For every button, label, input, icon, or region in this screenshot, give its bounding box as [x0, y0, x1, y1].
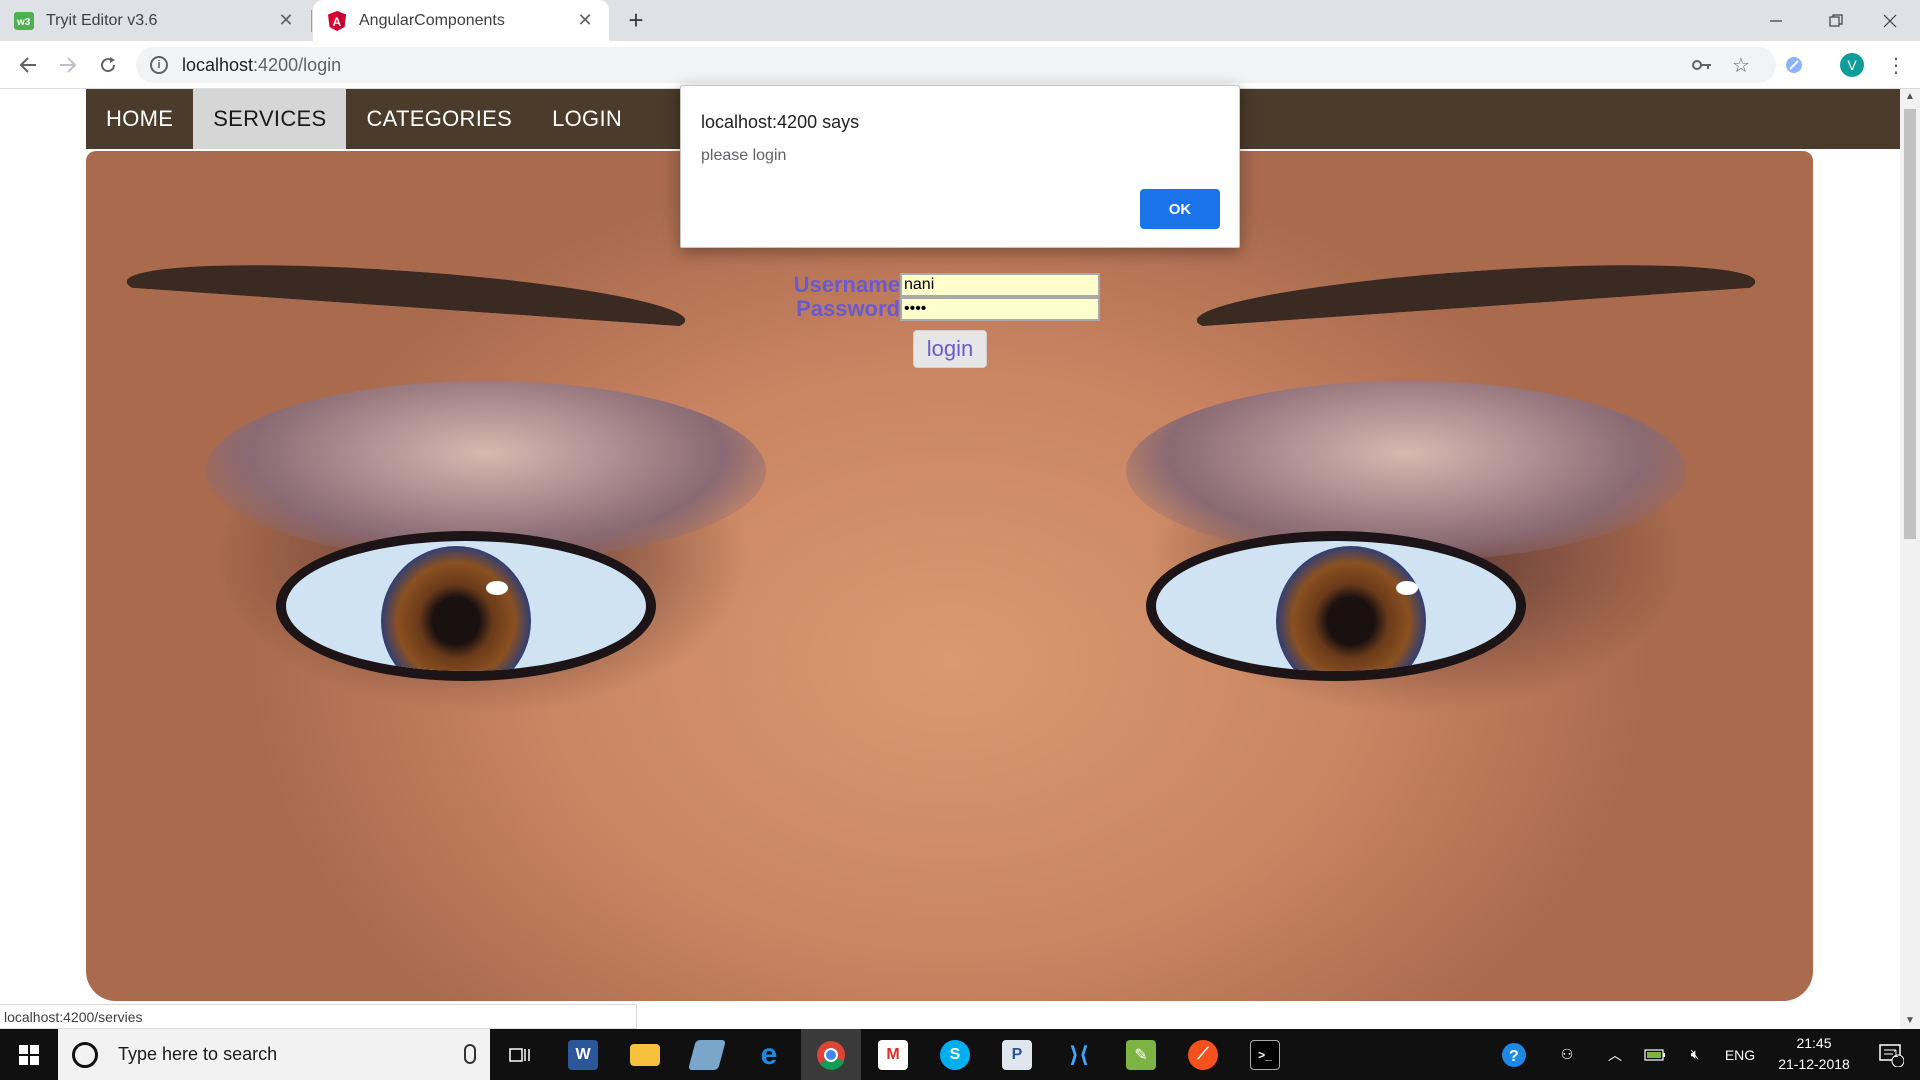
clock[interactable]: 21:45 21-12-2018 — [1768, 1033, 1860, 1075]
tab-angular-components[interactable]: A AngularComponents ✕ — [313, 0, 609, 41]
tab-separator — [311, 10, 312, 32]
skype-icon[interactable]: S — [925, 1029, 985, 1080]
info-icon[interactable]: i — [150, 56, 168, 74]
ok-button[interactable]: OK — [1140, 189, 1220, 229]
scroll-up-icon[interactable]: ▲ — [1900, 89, 1920, 105]
tab-title: Tryit Editor v3.6 — [46, 11, 158, 29]
gmail-icon[interactable]: M — [863, 1029, 923, 1080]
key-icon[interactable] — [1686, 49, 1718, 81]
alert-dialog: localhost:4200 says please login OK — [680, 85, 1240, 248]
address-bar[interactable]: i localhost:4200/login — [136, 47, 1776, 83]
clock-time: 21:45 — [1796, 1035, 1832, 1051]
image-app-icon[interactable]: ✎ — [1111, 1029, 1171, 1080]
star-icon[interactable]: ☆ — [1725, 49, 1757, 81]
task-view-icon[interactable] — [490, 1029, 550, 1080]
close-window-icon[interactable] — [1860, 0, 1920, 41]
word-icon[interactable]: W — [553, 1029, 613, 1080]
svg-text:w3: w3 — [16, 17, 31, 28]
nav-login[interactable]: LOGIN — [532, 89, 642, 149]
angular-icon: A — [327, 10, 347, 31]
document-app-icon[interactable]: P — [987, 1029, 1047, 1080]
alert-title: localhost:4200 says — [701, 112, 860, 132]
minimize-icon[interactable] — [1746, 0, 1806, 41]
new-tab-button[interactable]: + — [622, 6, 650, 34]
back-icon[interactable] — [12, 49, 44, 81]
scroll-down-icon[interactable]: ▼ — [1900, 1013, 1920, 1029]
scroll-thumb[interactable] — [1904, 109, 1916, 539]
w3-icon: w3 — [14, 11, 34, 31]
close-icon[interactable]: ✕ — [276, 10, 296, 31]
extension-icon[interactable] — [1778, 49, 1810, 81]
nav-services[interactable]: SERVICES — [193, 89, 347, 149]
login-button[interactable]: login — [913, 330, 987, 368]
vscode-icon[interactable]: ⟩⟨ — [1049, 1029, 1109, 1080]
tab-tryit-editor[interactable]: w3 Tryit Editor v3.6 ✕ — [0, 0, 310, 41]
left-eye — [276, 531, 656, 681]
right-eyebrow — [1194, 251, 1758, 351]
volume-muted-icon[interactable]: 🔇︎ — [1680, 1029, 1710, 1080]
edge-icon[interactable]: e — [739, 1029, 799, 1080]
people-icon[interactable]: ⚇ — [1552, 1029, 1582, 1080]
svg-text:?: ? — [1509, 1048, 1519, 1065]
nav-categories[interactable]: CATEGORIES — [346, 89, 532, 149]
avatar[interactable]: V — [1836, 49, 1868, 81]
chevron-up-icon[interactable]: ︿ — [1600, 1029, 1630, 1080]
windows-start-icon[interactable] — [0, 1029, 58, 1080]
chrome-icon[interactable] — [801, 1029, 861, 1080]
notification-icon[interactable]: 1 — [1866, 1029, 1916, 1080]
left-eyebrow — [124, 251, 688, 351]
login-form: Username Password — [793, 272, 1100, 321]
reload-icon[interactable] — [92, 49, 124, 81]
terminal-icon[interactable]: >_ — [1235, 1029, 1295, 1080]
search-placeholder: Type here to search — [118, 1044, 278, 1064]
alert-message: please login — [701, 147, 787, 164]
nav-home[interactable]: HOME — [86, 89, 193, 149]
page-scrollbar[interactable]: ▲ ▼ — [1900, 89, 1920, 1029]
windows-taskbar: Type here to search W e M S P ⟩⟨ ✎ ⟋ >_ … — [0, 1029, 1920, 1080]
battery-icon[interactable] — [1640, 1029, 1670, 1080]
right-eyelid — [1126, 381, 1686, 561]
taskbar-search-input[interactable]: Type here to search — [58, 1029, 490, 1080]
microphone-icon[interactable] — [464, 1044, 476, 1064]
cortana-icon — [72, 1041, 98, 1068]
svg-text:A: A — [333, 15, 342, 29]
status-url-bubble: localhost:4200/servies — [0, 1004, 637, 1029]
clock-date: 21-12-2018 — [1778, 1056, 1850, 1072]
tab-title: AngularComponents — [359, 11, 505, 29]
app-icon[interactable] — [677, 1029, 737, 1080]
right-eye — [1146, 531, 1526, 681]
restore-icon[interactable] — [1806, 0, 1866, 41]
username-input[interactable] — [900, 273, 1100, 297]
help-icon[interactable]: ? — [1496, 1029, 1532, 1080]
address-path: :4200/login — [253, 54, 342, 75]
password-label: Password — [796, 296, 900, 321]
browser-app-icon[interactable]: ⟋ — [1173, 1029, 1233, 1080]
menu-icon[interactable]: ⋮ — [1880, 49, 1912, 81]
close-icon[interactable]: ✕ — [575, 10, 595, 31]
forward-icon[interactable] — [52, 49, 84, 81]
notification-count: 1 — [1893, 1049, 1899, 1060]
address-host: localhost — [182, 54, 254, 75]
browser-toolbar: i localhost:4200/login ☆ V ⋮ — [0, 41, 1920, 89]
language-indicator[interactable]: ENG — [1720, 1029, 1760, 1080]
username-label: Username — [793, 272, 900, 297]
file-explorer-icon[interactable] — [615, 1029, 675, 1080]
password-input[interactable] — [900, 297, 1100, 321]
tab-strip: w3 Tryit Editor v3.6 ✕ A AngularComponen… — [0, 0, 1920, 41]
